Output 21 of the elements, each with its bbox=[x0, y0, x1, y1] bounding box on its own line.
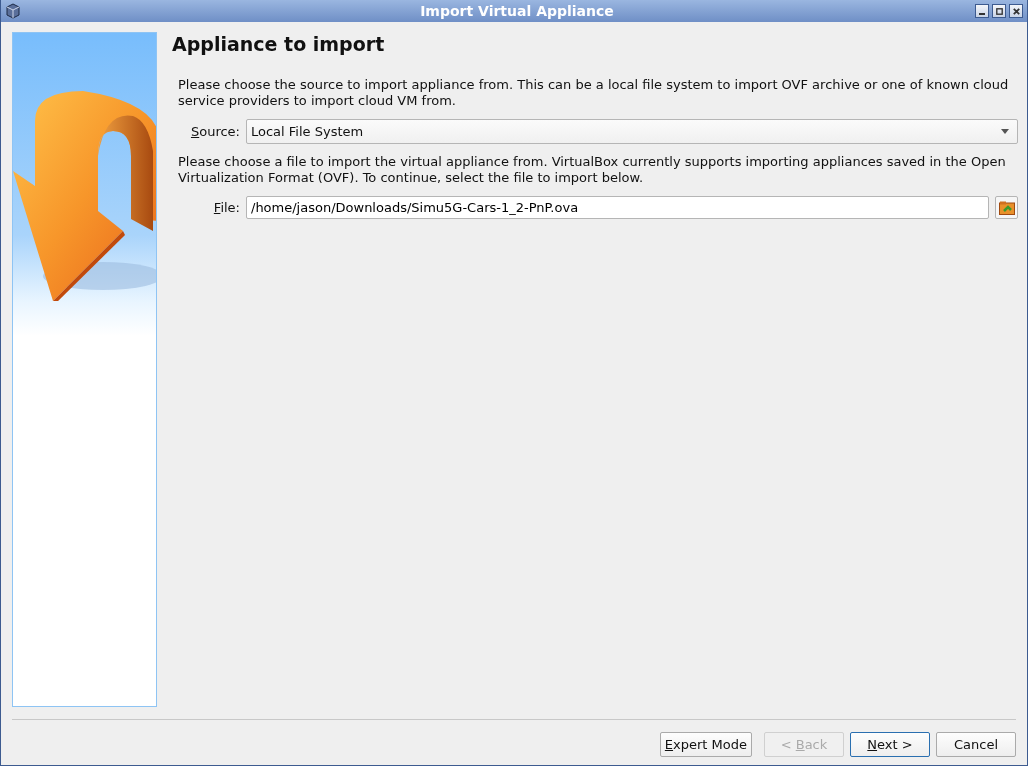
page-heading: Appliance to import bbox=[172, 33, 386, 55]
dialog-button[interactable]: Next > bbox=[850, 732, 930, 757]
folder-icon bbox=[998, 200, 1015, 215]
window-title: Import Virtual Appliance bbox=[419, 3, 615, 19]
dialog-button[interactable]: Cancel bbox=[936, 732, 1016, 757]
close-button[interactable] bbox=[1009, 4, 1023, 18]
dialog-button[interactable]: Expert Mode bbox=[659, 732, 752, 757]
minimize-button[interactable] bbox=[975, 4, 989, 18]
minimize-icon bbox=[979, 12, 985, 15]
file-path-field[interactable]: /home/jason/Downloads/Simu5G-Cars-1_2-PnP.ova bbox=[246, 196, 989, 219]
source-description: Please choose the source to import appliance from. This can be a local file system to import OVF archive or one of known cloud service providers to import cloud VM from. bbox=[178, 77, 1010, 109]
source-label: Source: bbox=[189, 124, 241, 139]
file-label: File: bbox=[212, 200, 241, 215]
cube-icon bbox=[5, 3, 21, 19]
browse-button[interactable] bbox=[995, 196, 1018, 219]
source-dropdown[interactable]: Local File System bbox=[246, 119, 1018, 144]
dropdown-arrow-icon bbox=[1001, 129, 1009, 134]
file-description: Please choose a file to import the virtual appliance from. VirtualBox currently supports importing appliances saved in the Open Virtualization Format (OVF). To continue, select the file to import below. bbox=[178, 154, 1007, 186]
close-icon bbox=[1011, 6, 1021, 16]
maximize-icon bbox=[994, 6, 1004, 16]
maximize-button[interactable] bbox=[992, 4, 1006, 18]
